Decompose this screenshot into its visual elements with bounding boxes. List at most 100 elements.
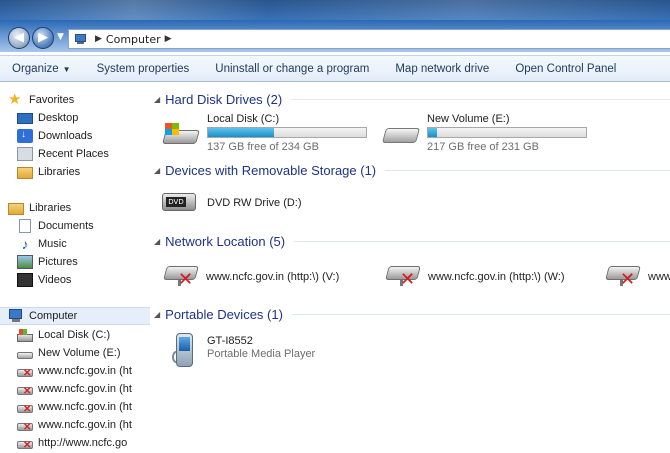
nav-recent-places[interactable]: Recent Places xyxy=(17,145,167,163)
drive-tile-dvd[interactable]: DVD DVD RW Drive (D:) xyxy=(162,187,362,219)
nav-local-disk-c[interactable]: Local Disk (C:) xyxy=(17,326,167,344)
drive-name: www xyxy=(648,271,670,283)
recent-pages-dropdown-icon[interactable]: ▼ xyxy=(57,32,64,42)
nav-network-drive[interactable]: www.ncfc.gov.in (ht xyxy=(17,380,167,398)
group-title: Devices with Removable Storage (1) xyxy=(165,162,377,178)
nav-label: www.ncfc.gov.in (ht xyxy=(38,401,132,413)
nav-pictures[interactable]: Pictures xyxy=(17,253,167,271)
nav-label: Pictures xyxy=(38,256,78,268)
navigation-pane: ★ Favorites Desktop Downloads Recent Pla… xyxy=(0,83,150,453)
collapse-triangle-icon[interactable]: ◢ xyxy=(154,95,160,104)
disconnected-network-drive-icon xyxy=(17,440,33,451)
documents-icon xyxy=(19,219,31,233)
libraries-icon xyxy=(8,203,24,215)
capacity-bar-fill xyxy=(428,128,437,137)
nav-label: Desktop xyxy=(38,112,79,124)
disconnected-network-drive-icon xyxy=(17,422,33,433)
nav-documents[interactable]: Documents xyxy=(17,217,167,235)
drive-name: www.ncfc.gov.in (http:\) (V:) xyxy=(206,271,340,283)
group-title: Portable Devices (1) xyxy=(165,306,283,322)
drive-tile-e[interactable]: New Volume (E:) 217 GB free of 231 GB xyxy=(381,113,597,155)
collapse-triangle-icon[interactable]: ◢ xyxy=(154,166,160,175)
videos-icon xyxy=(17,273,33,287)
chevron-right-icon[interactable]: ▶ xyxy=(165,34,172,44)
nav-music[interactable]: ♪ Music xyxy=(17,235,167,253)
collapse-triangle-icon[interactable]: ◢ xyxy=(154,237,160,246)
nav-label: Libraries xyxy=(38,166,81,178)
group-hard-disk-drives[interactable]: ◢ Hard Disk Drives (2) xyxy=(150,90,670,108)
nav-favorites[interactable]: ★ Favorites xyxy=(8,91,158,109)
pictures-icon xyxy=(17,255,33,269)
network-drive-tile-3[interactable]: ✕ www xyxy=(606,261,670,295)
chevron-right-icon[interactable]: ▶ xyxy=(95,34,102,44)
nav-label: Local Disk (C:) xyxy=(38,329,111,341)
nav-libraries-favorite[interactable]: Libraries xyxy=(17,163,167,181)
back-button[interactable]: ◀ xyxy=(8,27,30,49)
system-properties-button[interactable]: System properties xyxy=(97,63,190,75)
dvd-drive-icon: DVD xyxy=(162,187,196,213)
portable-device-tile[interactable]: GT-I8552 Portable Media Player xyxy=(172,333,372,373)
network-drive-tile-w[interactable]: ✕ www.ncfc.gov.in (http:\) (W:) xyxy=(385,261,606,295)
nav-label: Libraries xyxy=(29,202,72,214)
music-note-icon: ♪ xyxy=(21,236,29,252)
device-name: GT-I8552 xyxy=(207,335,253,347)
disconnected-network-drive-icon: ✕ xyxy=(606,261,642,289)
group-network-location[interactable]: ◢ Network Location (5) xyxy=(150,232,670,250)
nav-label: www.ncfc.gov.in (ht xyxy=(38,383,132,395)
collapse-triangle-icon[interactable]: ◢ xyxy=(154,310,160,319)
nav-downloads[interactable]: Downloads xyxy=(17,127,167,145)
disconnected-network-drive-icon xyxy=(17,386,33,397)
nav-videos[interactable]: Videos xyxy=(17,271,167,289)
breadcrumb-computer[interactable]: Computer xyxy=(106,33,161,46)
hard-drive-icon xyxy=(17,352,33,359)
group-divider xyxy=(291,313,670,315)
downloads-icon xyxy=(17,129,33,143)
group-divider xyxy=(291,98,670,100)
nav-new-volume-e[interactable]: New Volume (E:) xyxy=(17,344,167,362)
map-network-drive-button[interactable]: Map network drive xyxy=(395,63,489,75)
address-bar[interactable]: ▶ Computer ▶ xyxy=(68,29,670,49)
content-pane: ◢ Hard Disk Drives (2) Local Disk (C:) 1… xyxy=(150,83,670,453)
drive-tile-c[interactable]: Local Disk (C:) 137 GB free of 234 GB xyxy=(162,113,372,155)
group-portable-devices[interactable]: ◢ Portable Devices (1) xyxy=(150,305,670,323)
nav-label: Downloads xyxy=(38,130,93,142)
command-bar: Organize ▼ System properties Uninstall or… xyxy=(0,55,670,82)
nav-network-drive[interactable]: www.ncfc.gov.in (ht xyxy=(17,398,167,416)
capacity-bar xyxy=(427,127,587,138)
forward-button[interactable]: ▶ xyxy=(32,27,54,49)
nav-network-drive[interactable]: www.ncfc.gov.in (ht xyxy=(17,362,167,380)
organize-label: Organize xyxy=(12,62,59,75)
nav-label: www.ncfc.gov.in (ht xyxy=(38,419,132,431)
nav-computer[interactable]: Computer xyxy=(0,307,150,325)
drive-free-space: 217 GB free of 231 GB xyxy=(427,141,539,153)
nav-desktop[interactable]: Desktop xyxy=(17,109,167,127)
disconnected-network-drive-icon xyxy=(17,368,33,379)
drive-name: Local Disk (C:) xyxy=(207,113,280,125)
group-divider xyxy=(294,240,670,242)
drive-name: www.ncfc.gov.in (http:\) (W:) xyxy=(428,271,565,283)
disconnected-network-drive-icon: ✕ xyxy=(163,261,200,289)
nav-label: Music xyxy=(38,238,67,250)
organize-menu[interactable]: Organize ▼ xyxy=(12,63,71,75)
drive-free-space: 137 GB free of 234 GB xyxy=(207,141,319,153)
network-drive-tile-v[interactable]: ✕ www.ncfc.gov.in (http:\) (V:) xyxy=(163,261,384,295)
nav-libraries[interactable]: Libraries xyxy=(8,199,158,217)
open-control-panel-button[interactable]: Open Control Panel xyxy=(515,63,616,75)
libraries-icon xyxy=(17,167,33,179)
computer-icon xyxy=(73,33,87,45)
nav-label: New Volume (E:) xyxy=(38,347,121,359)
nav-label: www.ncfc.gov.in (ht xyxy=(38,365,132,377)
nav-label: Documents xyxy=(38,220,94,232)
mobile-phone-icon xyxy=(172,333,198,371)
uninstall-program-button[interactable]: Uninstall or change a program xyxy=(215,63,369,75)
nav-network-drive[interactable]: www.ncfc.gov.in (ht xyxy=(17,416,167,434)
windows-hard-drive-icon xyxy=(162,121,200,147)
drive-name: New Volume (E:) xyxy=(427,113,510,125)
star-icon: ★ xyxy=(8,91,22,108)
desktop-icon xyxy=(17,113,33,124)
hard-drive-icon xyxy=(17,328,33,342)
navigation-buttons: ◀ ▶ ▼ xyxy=(8,27,68,49)
group-removable-storage[interactable]: ◢ Devices with Removable Storage (1) xyxy=(150,161,670,179)
nav-network-drive[interactable]: http://www.ncfc.go xyxy=(17,434,167,452)
drive-name: DVD RW Drive (D:) xyxy=(207,197,302,209)
